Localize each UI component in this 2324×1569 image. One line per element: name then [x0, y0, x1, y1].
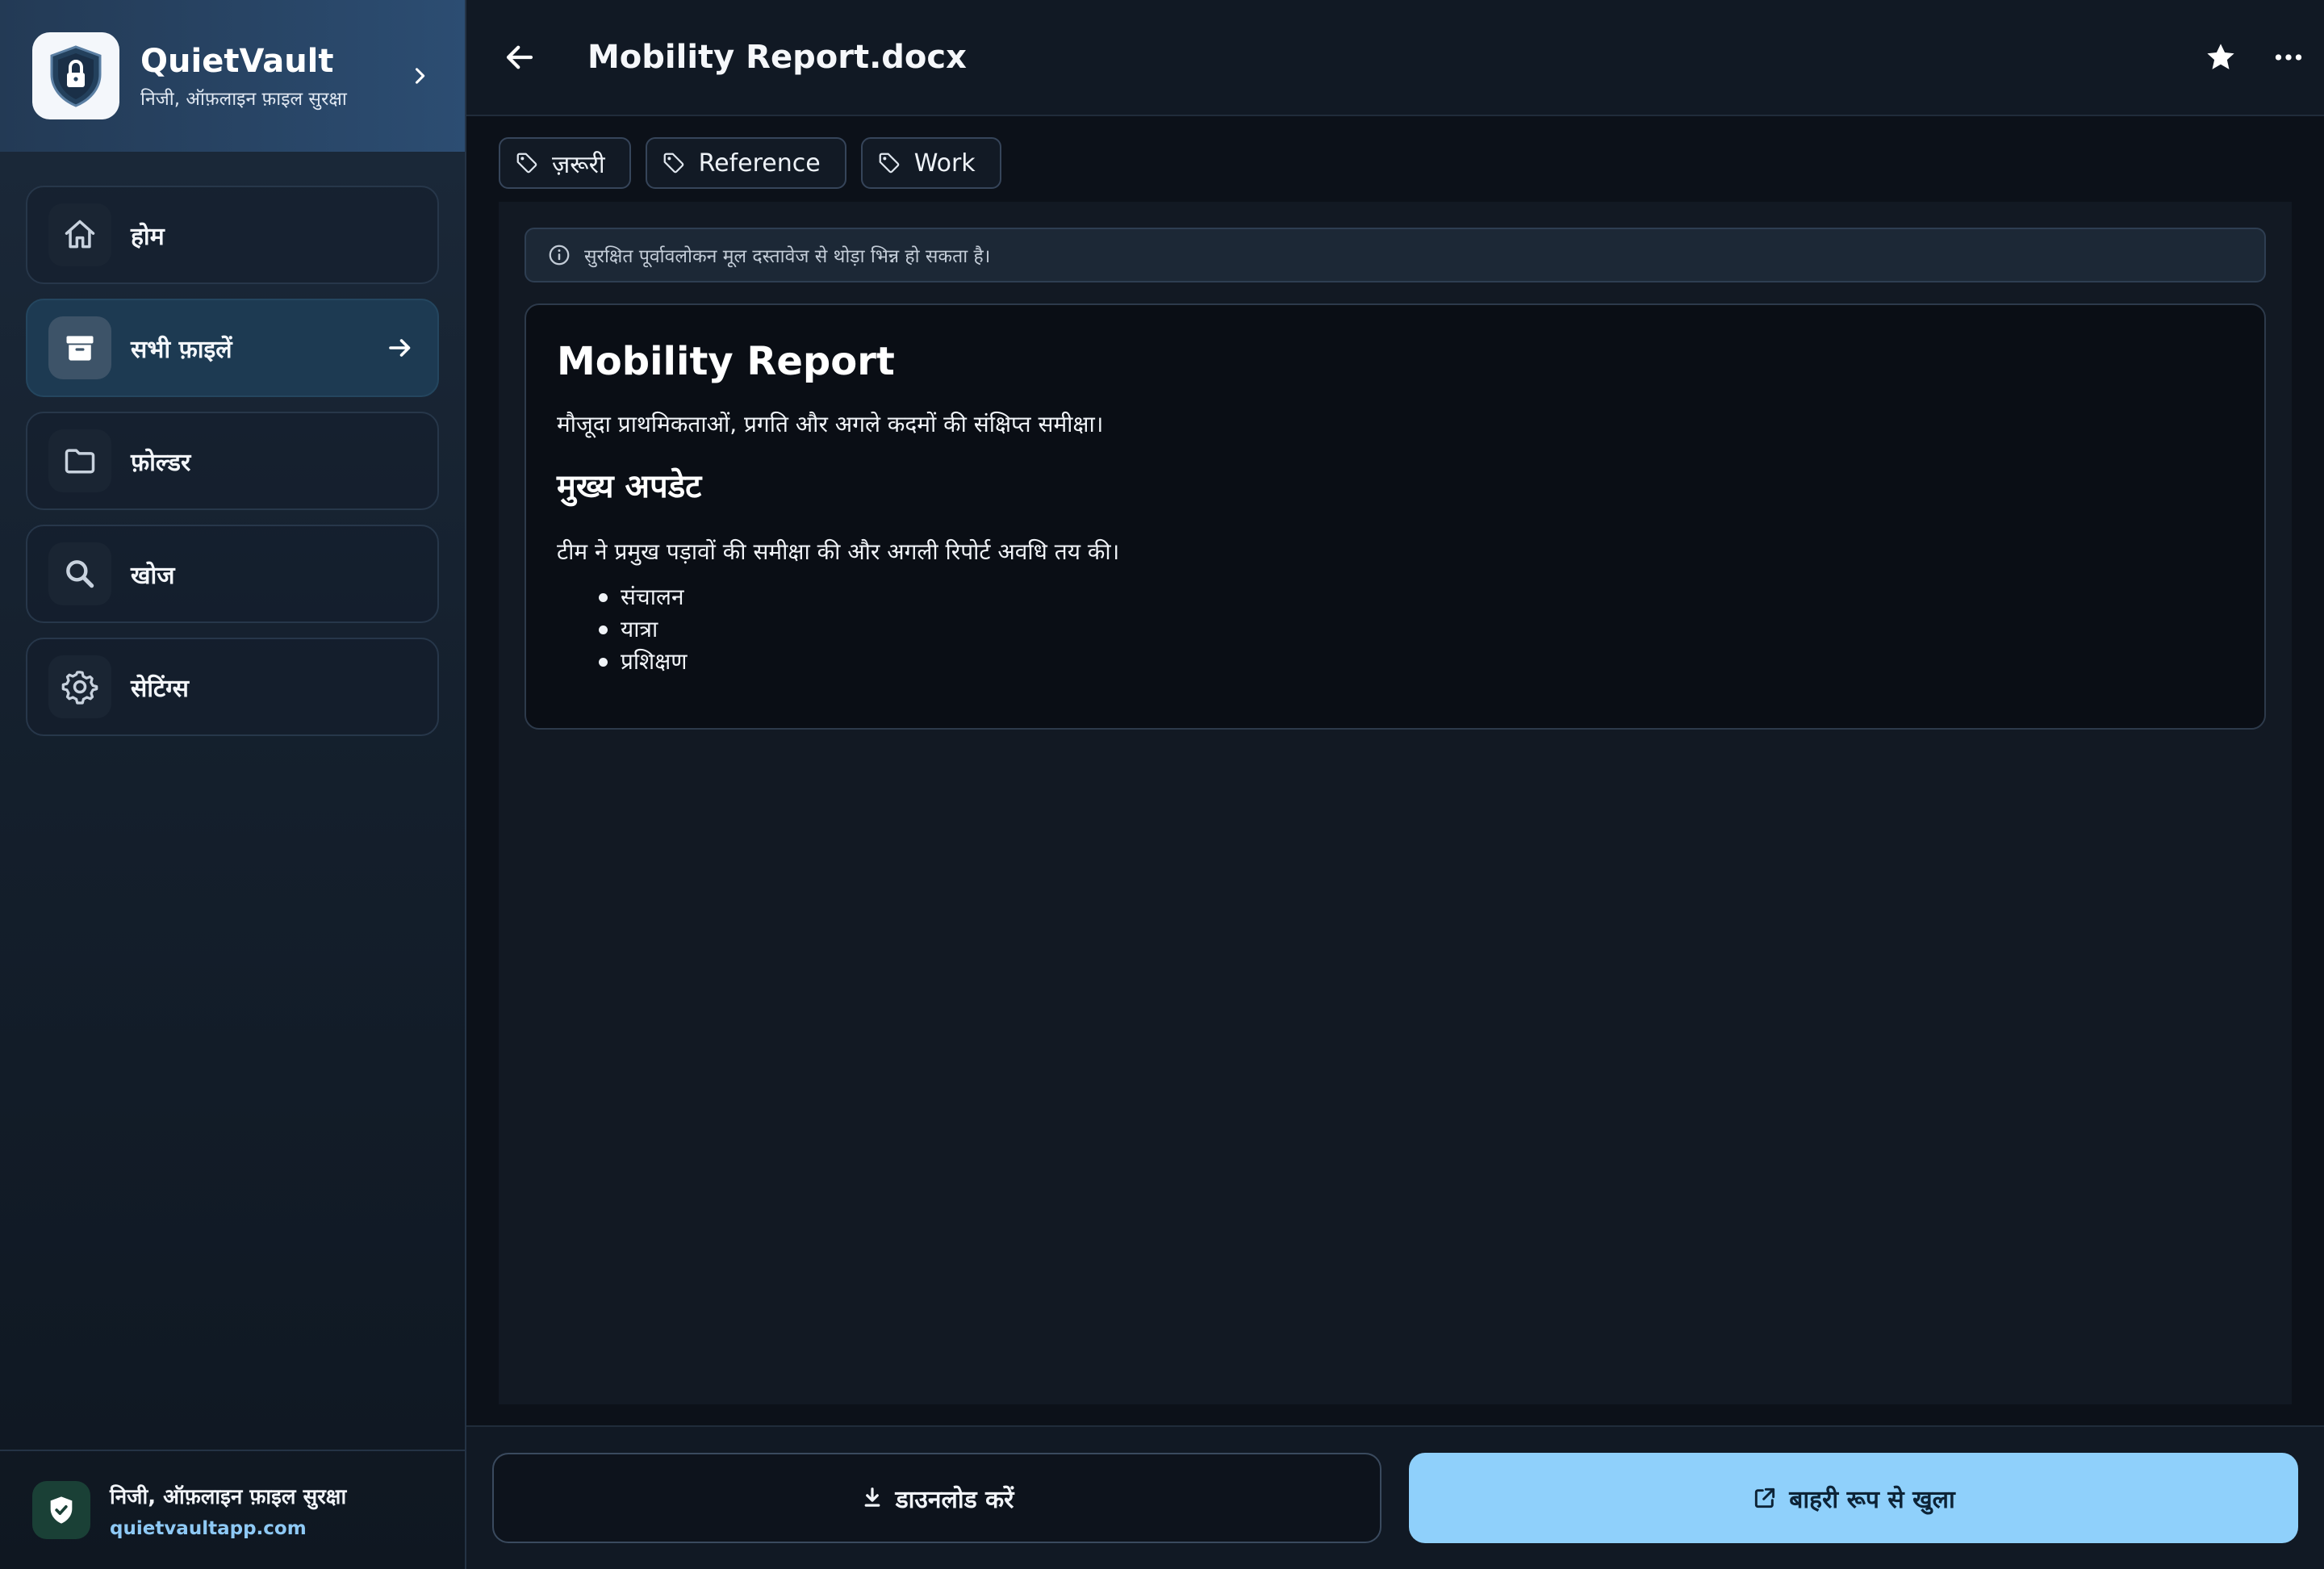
shield-lock-logo-icon — [32, 32, 119, 119]
brand-subtitle: निजी, ऑफ़लाइन फ़ाइल सुरक्षा — [140, 89, 347, 110]
preview-notice-text: सुरक्षित पूर्वावलोकन मूल दस्तावेज से थोड… — [584, 246, 991, 267]
open-external-button-label: बाहरी रूप से खुला — [1789, 1485, 1955, 1514]
page-title: Mobility Report.docx — [587, 39, 967, 76]
brand-header[interactable]: QuietVault निजी, ऑफ़लाइन फ़ाइल सुरक्षा — [0, 0, 465, 152]
list-item-text: संचालन — [621, 584, 684, 610]
brand-title: QuietVault — [140, 43, 334, 80]
document-intro: मौजूदा प्राथमिकताओं, प्रगति और अगले कदमो… — [557, 411, 1104, 437]
download-icon — [860, 1486, 884, 1510]
back-button[interactable] — [494, 31, 545, 83]
document-heading: Mobility Report — [557, 339, 895, 384]
arrow-left-icon — [506, 45, 533, 69]
tag-label: Work — [913, 149, 976, 178]
sidebar-item-home[interactable]: होम — [26, 186, 439, 284]
download-button[interactable]: डाउनलोड करें — [492, 1453, 1381, 1543]
tag-label: Reference — [698, 149, 821, 178]
sidebar-item-label: होम — [131, 222, 165, 251]
sidebar-item-label: सेटिंग्स — [131, 674, 189, 703]
list-item: प्रशिक्षण — [599, 646, 2234, 678]
top-bar: Mobility Report.docx — [466, 0, 2324, 116]
document-bullet-list: संचालन यात्रा प्रशिक्षण — [599, 581, 2234, 678]
app-window: QuietVault निजी, ऑफ़लाइन फ़ाइल सुरक्षा ह… — [0, 0, 2324, 1569]
sidebar-item-label: फ़ोल्डर — [131, 448, 191, 477]
chevron-right-icon[interactable] — [395, 65, 444, 87]
sidebar-item-settings[interactable]: सेटिंग्स — [26, 638, 439, 736]
sidebar-item-search[interactable]: खोज — [26, 525, 439, 623]
list-item: यात्रा — [599, 613, 2234, 646]
sidebar-footer: निजी, ऑफ़लाइन फ़ाइल सुरक्षा quietvaultap… — [0, 1450, 465, 1569]
sidebar-nav: होम सभी फ़ाइलें फ़ोल्डर खोज सेटिंग्स — [26, 186, 439, 751]
brand-text: QuietVault निजी, ऑफ़लाइन फ़ाइल सुरक्षा — [140, 41, 395, 111]
document-content: Mobility Report मौजूदा प्राथमिकताओं, प्र… — [525, 303, 2266, 730]
tag-icon — [877, 151, 901, 175]
action-bar: डाउनलोड करें बाहरी रूप से खुला — [466, 1425, 2324, 1569]
gear-icon — [48, 655, 111, 718]
external-link-icon — [1752, 1485, 1778, 1511]
open-external-button[interactable]: बाहरी रूप से खुला — [1409, 1453, 2298, 1543]
document-subheading: मुख्य अपडेट — [557, 468, 702, 505]
sidebar: QuietVault निजी, ऑफ़लाइन फ़ाइल सुरक्षा ह… — [0, 0, 466, 1569]
list-item-text: यात्रा — [621, 616, 658, 642]
list-item: संचालन — [599, 581, 2234, 613]
footer-text: निजी, ऑफ़लाइन फ़ाइल सुरक्षा quietvaultap… — [110, 1481, 346, 1539]
tag-label: ज़रूरी — [552, 150, 605, 179]
footer-website-link[interactable]: quietvaultapp.com — [110, 1518, 346, 1539]
sidebar-item-all-files[interactable]: सभी फ़ाइलें — [26, 299, 439, 397]
bullet-icon — [599, 592, 608, 602]
tag-chip[interactable]: Reference — [645, 137, 846, 189]
arrow-right-icon — [386, 333, 415, 362]
favorite-button[interactable] — [2195, 31, 2247, 83]
document-preview[interactable]: सुरक्षित पूर्वावलोकन मूल दस्तावेज से थोड… — [499, 202, 2292, 1404]
home-icon — [48, 203, 111, 266]
info-icon — [547, 243, 571, 267]
list-item-text: प्रशिक्षण — [621, 648, 688, 675]
tag-list: ज़रूरी Reference Work — [499, 137, 1016, 189]
tag-chip[interactable]: Work — [860, 137, 1001, 189]
folder-icon — [48, 429, 111, 492]
document-body: टीम ने प्रमुख पड़ावों की समीक्षा की और अ… — [557, 538, 1120, 565]
sidebar-item-label: खोज — [131, 561, 175, 590]
preview-notice: सुरक्षित पूर्वावलोकन मूल दस्तावेज से थोड… — [525, 228, 2266, 282]
footer-title: निजी, ऑफ़लाइन फ़ाइल सुरक्षा — [110, 1485, 347, 1509]
more-horizontal-icon — [2275, 54, 2302, 61]
more-options-button[interactable] — [2263, 31, 2314, 83]
download-button-label: डाउनलोड करें — [895, 1485, 1014, 1514]
search-icon — [48, 542, 111, 605]
sidebar-item-folders[interactable]: फ़ोल्डर — [26, 412, 439, 510]
bullet-icon — [599, 657, 608, 667]
bullet-icon — [599, 625, 608, 634]
shield-check-icon — [32, 1481, 90, 1539]
star-icon — [2207, 44, 2234, 69]
tag-icon — [515, 151, 539, 175]
tag-icon — [662, 151, 686, 175]
tag-chip[interactable]: ज़रूरी — [499, 137, 631, 189]
archive-box-icon — [48, 316, 111, 379]
sidebar-item-label: सभी फ़ाइलें — [131, 335, 232, 364]
